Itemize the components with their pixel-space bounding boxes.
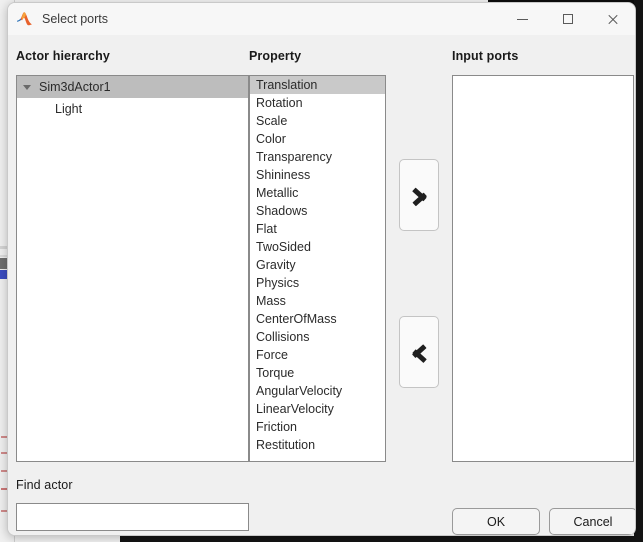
chevron-down-icon[interactable]: [23, 84, 31, 90]
cancel-button[interactable]: Cancel: [549, 508, 635, 535]
property-item[interactable]: LinearVelocity: [250, 400, 385, 418]
tree-node-sim3dactor1[interactable]: Sim3dActor1: [17, 76, 248, 98]
minimize-button[interactable]: [500, 3, 545, 35]
property-item[interactable]: Metallic: [250, 184, 385, 202]
actor-hierarchy-tree[interactable]: Sim3dActor1 Light: [16, 75, 249, 462]
tree-node-label: Sim3dActor1: [39, 80, 111, 94]
titlebar-left: Select ports: [8, 11, 500, 28]
property-item[interactable]: Shininess: [250, 166, 385, 184]
property-item[interactable]: Flat: [250, 220, 385, 238]
select-ports-dialog: Select ports Actor hierarchy Property In…: [7, 2, 636, 536]
minimize-icon: [517, 18, 528, 20]
property-item[interactable]: Rotation: [250, 94, 385, 112]
input-ports-list[interactable]: [452, 75, 634, 462]
background-window-strip: [0, 270, 7, 279]
matlab-membrane-icon: [16, 11, 33, 28]
property-item[interactable]: Collisions: [250, 328, 385, 346]
chevron-right-icon: [412, 183, 427, 207]
chevron-left-icon: [412, 340, 427, 364]
property-item[interactable]: CenterOfMass: [250, 310, 385, 328]
window-title: Select ports: [42, 12, 109, 26]
actor-hierarchy-label: Actor hierarchy: [16, 49, 110, 63]
screen: Select ports Actor hierarchy Property In…: [0, 0, 643, 542]
close-icon: [607, 13, 619, 25]
property-item[interactable]: Torque: [250, 364, 385, 382]
property-item[interactable]: AngularVelocity: [250, 382, 385, 400]
property-item[interactable]: Scale: [250, 112, 385, 130]
maximize-button[interactable]: [545, 3, 590, 35]
find-actor-label: Find actor: [16, 478, 73, 492]
property-item[interactable]: TwoSided: [250, 238, 385, 256]
remove-port-button[interactable]: [399, 316, 439, 388]
maximize-icon: [562, 14, 573, 24]
property-item[interactable]: Force: [250, 346, 385, 364]
tree-node-label: Light: [55, 102, 83, 116]
property-item[interactable]: Shadows: [250, 202, 385, 220]
window-controls: [500, 3, 635, 35]
property-item[interactable]: Transparency: [250, 148, 385, 166]
property-item[interactable]: Physics: [250, 274, 385, 292]
desktop-backdrop-bottom: [120, 536, 643, 542]
close-button[interactable]: [590, 3, 635, 35]
add-port-button[interactable]: [399, 159, 439, 231]
property-item[interactable]: Gravity: [250, 256, 385, 274]
input-ports-label: Input ports: [452, 49, 519, 63]
property-item[interactable]: Translation: [250, 76, 385, 94]
property-item[interactable]: Restitution: [250, 436, 385, 454]
property-label: Property: [249, 49, 302, 63]
property-list[interactable]: Translation Rotation Scale Color Transpa…: [249, 75, 386, 462]
property-item[interactable]: Color: [250, 130, 385, 148]
find-actor-input[interactable]: [16, 503, 249, 531]
property-item[interactable]: Mass: [250, 292, 385, 310]
tree-node-light[interactable]: Light: [17, 98, 248, 120]
ok-button[interactable]: OK: [452, 508, 540, 535]
property-item[interactable]: Friction: [250, 418, 385, 436]
titlebar: Select ports: [8, 3, 635, 35]
dialog-content: Actor hierarchy Property Input ports Sim…: [8, 35, 635, 535]
